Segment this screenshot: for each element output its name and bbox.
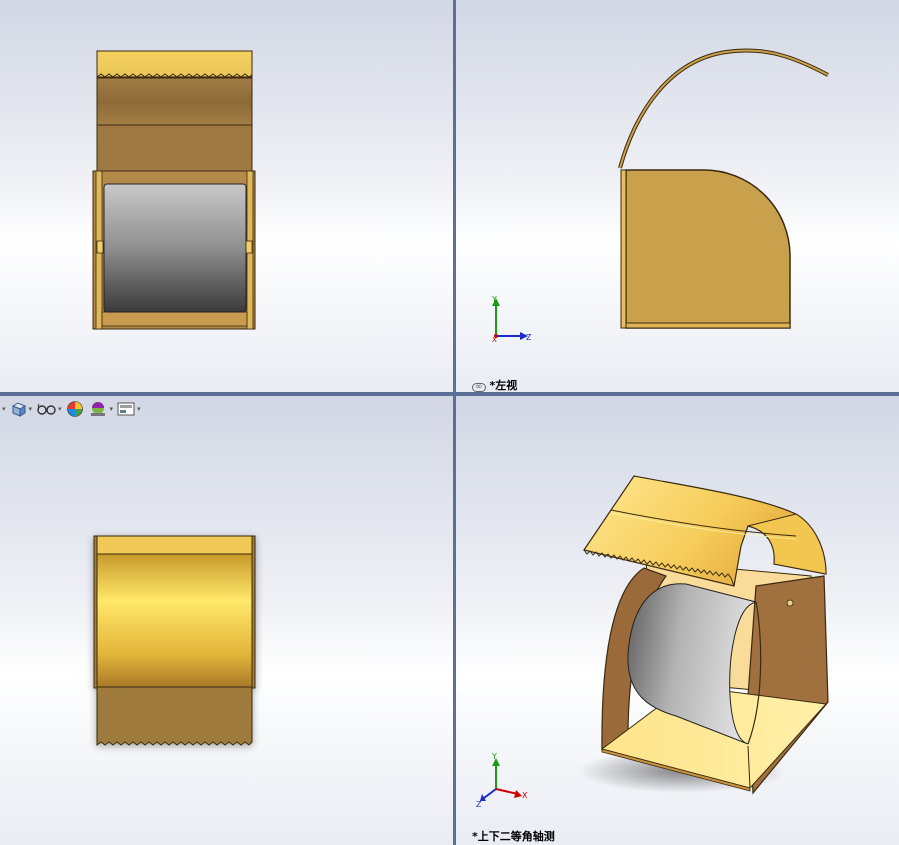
axis-triad: Y Z X	[491, 295, 532, 344]
axle-knob	[786, 599, 794, 607]
axis-x-label: X	[522, 791, 528, 800]
paper-roll	[103, 183, 247, 313]
axis-y-label: Y	[491, 752, 497, 761]
lid-flap	[96, 50, 253, 78]
top-view-model	[93, 535, 256, 746]
side-panel	[625, 169, 791, 329]
left-view-model: Y Z X	[491, 48, 829, 344]
lid-profile-fill	[619, 49, 829, 169]
front-view-model	[92, 50, 256, 330]
lid-band	[96, 77, 253, 126]
base-edge	[625, 322, 791, 329]
bottom-panel	[101, 311, 248, 327]
axis-x-label: X	[492, 336, 497, 344]
axle-knob-right	[245, 240, 253, 254]
viewport-front[interactable]	[0, 0, 453, 392]
axis-y-label: Y	[491, 295, 497, 304]
axle-knob-left	[96, 240, 104, 254]
viewport-splitter-vertical[interactable]	[453, 0, 456, 845]
link-icon[interactable]: ∞	[472, 383, 486, 392]
axis-triad: Y X Z	[476, 752, 528, 809]
viewport-left-view[interactable]: Y Z X ∞ *左视	[456, 0, 899, 392]
axis-z-label: Z	[526, 333, 532, 342]
viewport-trimetric[interactable]: Y X Z *上下二等角轴测	[456, 396, 899, 845]
view-orientation-label: ∞ *左视	[472, 377, 517, 392]
viewport-top-view[interactable]: ▾ ▾ ▾ ▾ ▾	[0, 396, 453, 845]
back-wall	[620, 169, 627, 329]
lid-top	[96, 553, 253, 688]
trimetric-model: Y X Z	[476, 475, 829, 809]
lid-front-edge	[96, 535, 253, 555]
axis-z-label: Z	[476, 800, 482, 809]
paper-strip	[96, 686, 253, 746]
back-panel	[96, 124, 253, 172]
lid-profile	[618, 48, 829, 169]
view-orientation-label: *上下二等角轴测	[472, 830, 555, 843]
viewport-splitter-horizontal[interactable]	[0, 392, 899, 396]
